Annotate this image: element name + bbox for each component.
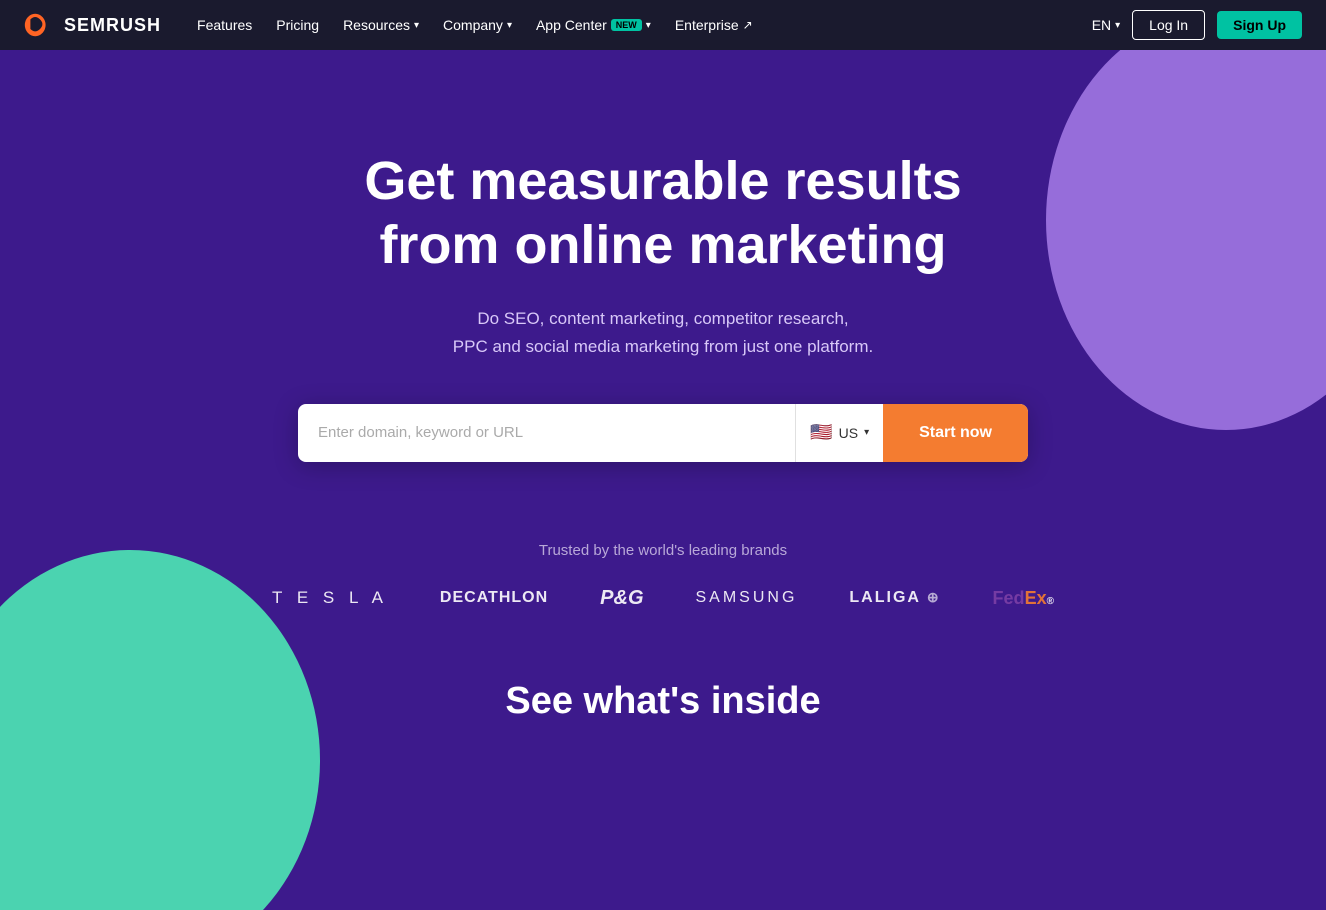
external-link-icon: ↗ [743,18,753,32]
hero-content: Get measurable results from online marke… [283,50,1043,462]
search-input[interactable] [298,404,795,462]
chevron-down-icon: ▾ [414,20,419,31]
nav-links: Features Pricing Resources ▾ Company ▾ A… [197,17,1064,33]
semrush-logo-icon [24,13,56,37]
chevron-down-icon: ▾ [864,427,869,438]
decorative-circle-right [1046,50,1326,430]
language-selector[interactable]: EN ▾ [1092,17,1120,33]
brand-pg: P&G [600,587,643,610]
us-flag-icon: 🇺🇸 [810,422,832,443]
nav-pricing[interactable]: Pricing [276,17,319,33]
nav-enterprise[interactable]: Enterprise ↗ [675,17,753,33]
nav-app-center[interactable]: App Center new ▾ [536,17,651,33]
hero-title: Get measurable results from online marke… [283,150,1043,277]
nav-features[interactable]: Features [197,17,252,33]
nav-resources[interactable]: Resources ▾ [343,17,419,33]
search-bar: 🇺🇸 US ▾ Start now [298,404,1028,462]
logo[interactable]: SEMRUSH [24,13,161,37]
signup-button[interactable]: Sign Up [1217,11,1302,39]
see-inside-heading: See what's inside [505,680,820,723]
nav-right: EN ▾ Log In Sign Up [1092,10,1302,40]
brands-row: T E S L A DECATHLON P&G SAMSUNG LALIGA ⊕… [0,587,1326,610]
brand-tesla: T E S L A [272,588,388,608]
trusted-section: Trusted by the world's leading brands T … [0,542,1326,610]
brand-fedex: FedEx® [993,588,1054,609]
nav-company[interactable]: Company ▾ [443,17,512,33]
chevron-down-icon: ▾ [646,20,651,31]
new-badge: new [611,19,642,31]
semrush-logo-text: SEMRUSH [64,15,161,36]
hero-section: Get measurable results from online marke… [0,50,1326,910]
country-selector[interactable]: 🇺🇸 US ▾ [795,404,883,462]
chevron-down-icon: ▾ [1115,20,1120,31]
brand-decathlon: DECATHLON [440,589,548,607]
start-now-button[interactable]: Start now [883,404,1028,462]
hero-subtitle: Do SEO, content marketing, competitor re… [283,305,1043,359]
brand-samsung: SAMSUNG [696,589,798,607]
navbar: SEMRUSH Features Pricing Resources ▾ Com… [0,0,1326,50]
chevron-down-icon: ▾ [507,20,512,31]
login-button[interactable]: Log In [1132,10,1205,40]
brand-laliga: LALIGA ⊕ [849,589,940,607]
trusted-label: Trusted by the world's leading brands [0,542,1326,559]
